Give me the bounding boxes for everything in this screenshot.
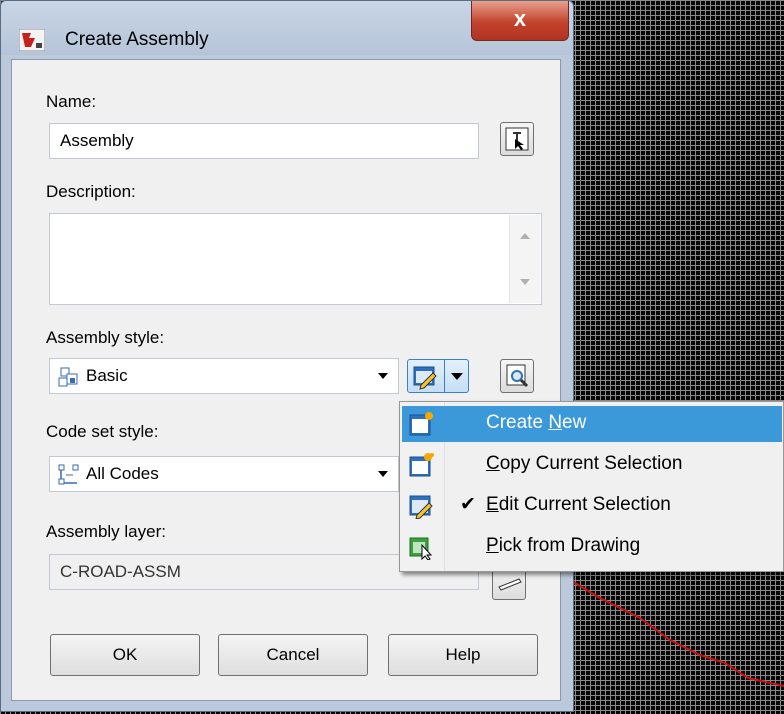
style-options-menu: Create New Copy Current Selection ✔ Edit… (399, 401, 784, 572)
close-icon: x (513, 6, 527, 31)
assembly-style-preview-button[interactable] (500, 359, 534, 393)
menu-item-create-new[interactable]: Create New (402, 406, 782, 442)
split-divider (444, 360, 445, 392)
help-button[interactable]: Help (388, 634, 538, 676)
civil3d-app-icon (19, 29, 45, 51)
close-button[interactable]: x (471, 1, 569, 41)
code-set-style-label: Code set style: (46, 422, 159, 441)
chevron-down-icon (451, 373, 463, 380)
code-set-style-icon (58, 464, 79, 485)
window-title: Create Assembly (65, 29, 209, 50)
help-button-label: Help (445, 645, 481, 664)
create-new-icon (409, 412, 433, 436)
copy-selection-icon (409, 453, 434, 477)
description-label: Description: (46, 182, 136, 201)
title-bar[interactable]: Create Assembly x (1, 1, 573, 55)
preview-magnifier-icon (506, 364, 529, 388)
assembly-style-select[interactable]: Basic (49, 358, 399, 394)
menu-item-label: Edit Current Selection (486, 494, 671, 515)
ok-button-label: OK (112, 645, 138, 664)
menu-item-pick-from-drawing[interactable]: Pick from Drawing (402, 529, 782, 565)
name-input-value: Assembly (60, 131, 134, 150)
assembly-style-icon (58, 367, 78, 387)
code-set-style-select[interactable]: All Codes (49, 456, 399, 492)
description-scrollbar[interactable] (509, 215, 540, 303)
ok-button[interactable]: OK (50, 634, 200, 676)
code-set-style-value: All Codes (86, 464, 159, 483)
pick-from-drawing-icon (409, 537, 433, 560)
menu-item-copy-current-selection[interactable]: Copy Current Selection (402, 447, 782, 483)
edit-selection-icon (409, 495, 433, 519)
assembly-style-value: Basic (86, 366, 128, 385)
name-template-button[interactable] (500, 122, 534, 156)
name-label: Name: (46, 92, 97, 111)
assembly-layer-value: C-ROAD-ASSM (60, 562, 181, 581)
menu-item-label: Create New (486, 412, 587, 433)
assembly-style-label: Assembly style: (46, 328, 165, 347)
dialog-body: Name: Assembly Description: Assembly sty… (11, 59, 561, 701)
cancel-button[interactable]: Cancel (218, 634, 368, 676)
edit-style-icon (413, 366, 437, 390)
description-input[interactable] (49, 213, 542, 305)
name-template-icon (505, 127, 529, 151)
chevron-down-icon (378, 471, 388, 477)
name-input[interactable]: Assembly (49, 123, 479, 159)
checkmark-icon: ✔ (460, 494, 476, 515)
menu-item-label: Pick from Drawing (486, 535, 641, 556)
assembly-layer-label: Assembly layer: (46, 522, 166, 541)
assembly-style-edit-split-button[interactable] (407, 359, 469, 393)
cancel-button-label: Cancel (266, 645, 320, 664)
chevron-down-icon (378, 373, 388, 379)
menu-item-edit-current-selection[interactable]: ✔ Edit Current Selection (402, 488, 782, 524)
scroll-arrows-icon (520, 233, 530, 285)
menu-item-label: Copy Current Selection (486, 453, 683, 474)
create-assembly-dialog: Create Assembly x Name: Assembly Descrip… (0, 0, 574, 712)
